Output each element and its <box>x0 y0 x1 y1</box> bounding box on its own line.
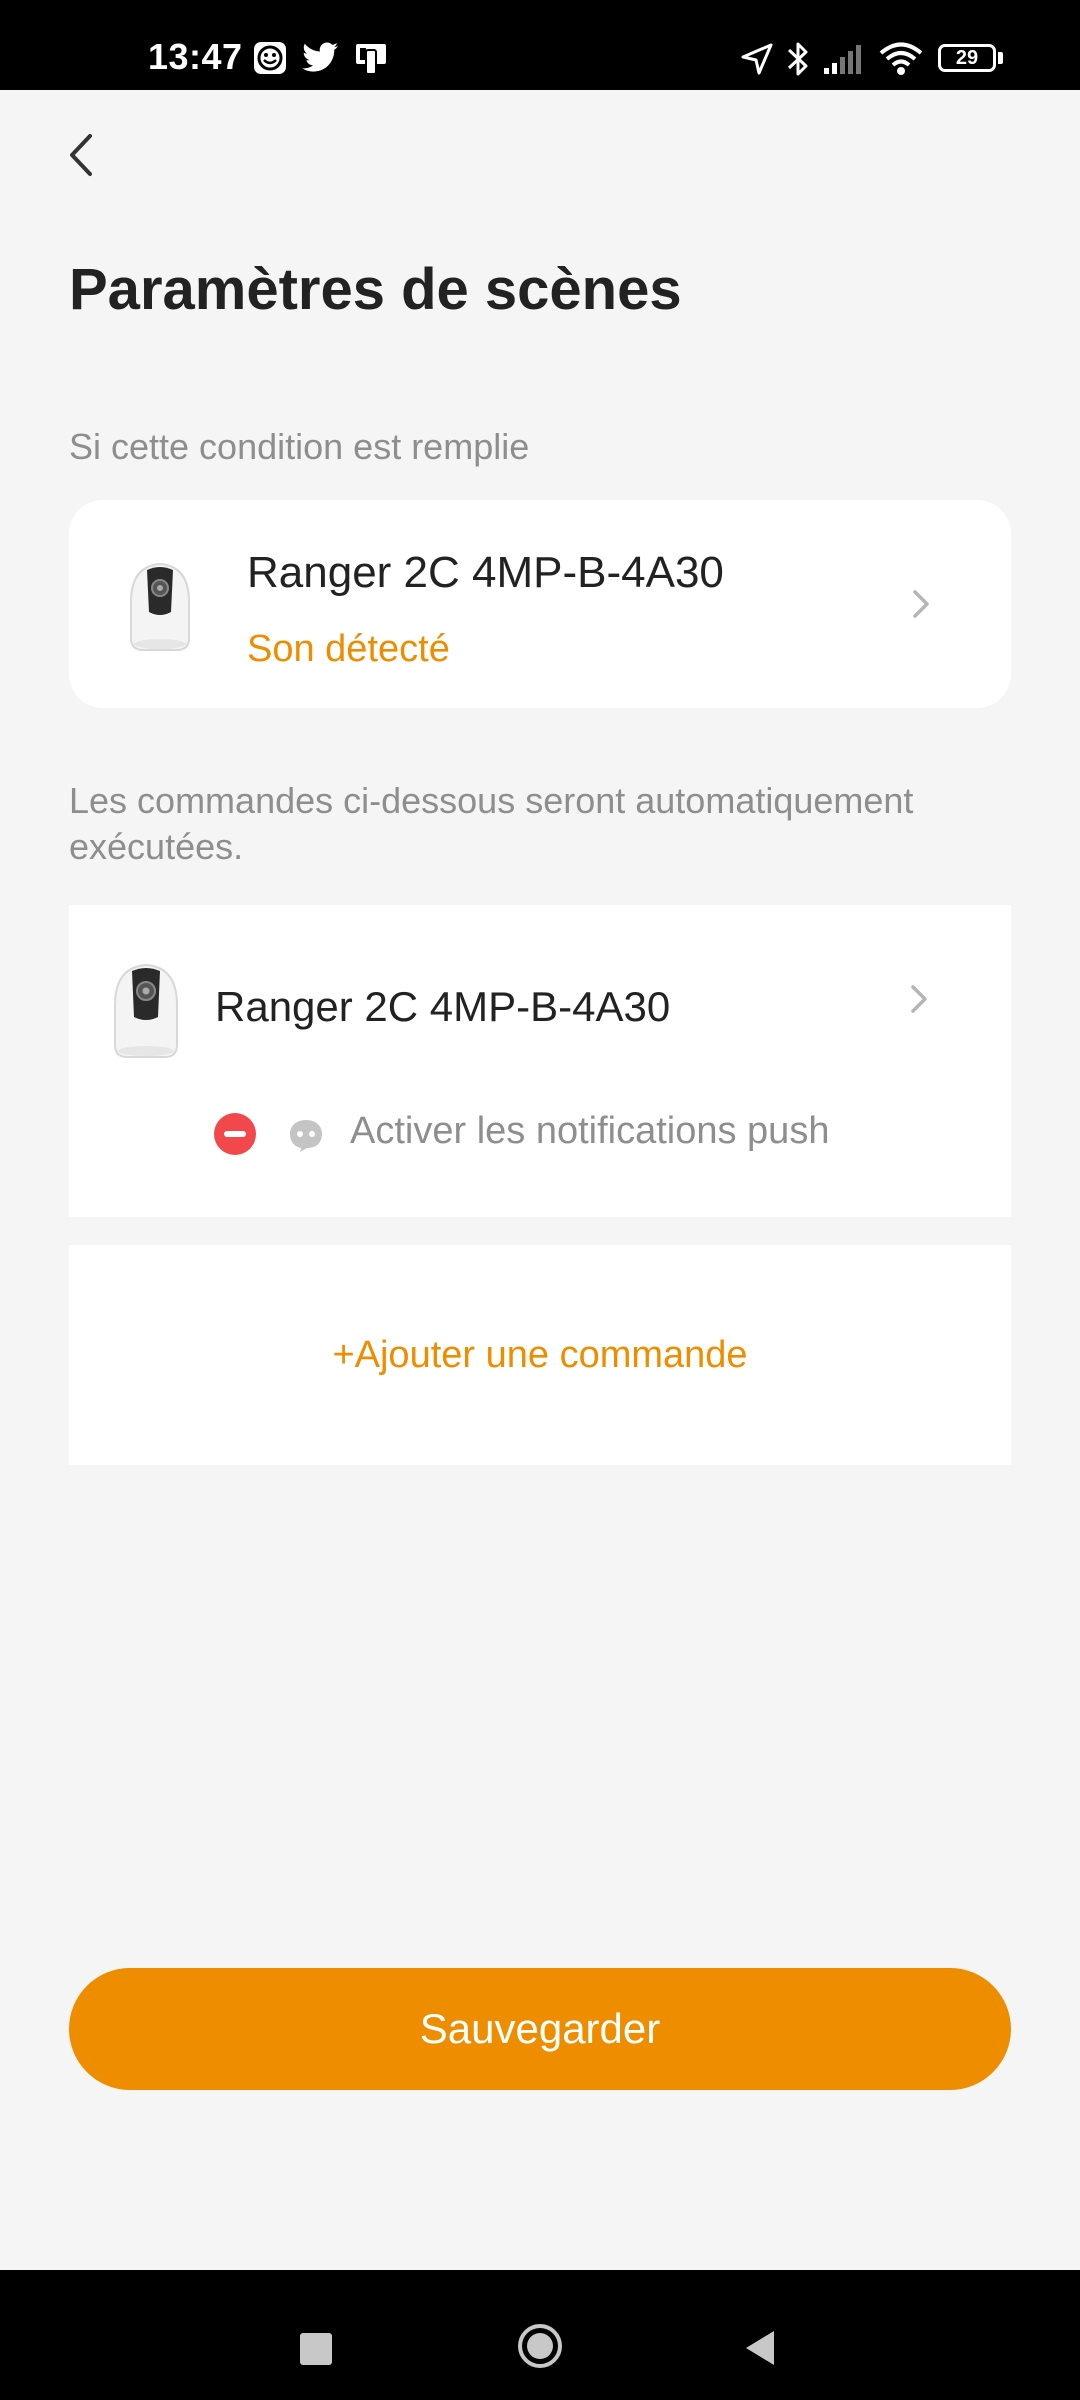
condition-section-label: Si cette condition est remplie <box>69 426 530 467</box>
add-command-card[interactable]: +Ajouter une commande <box>69 1245 1011 1465</box>
status-bar: 13:47 29 <box>0 0 1080 90</box>
notification-icon <box>290 1120 322 1152</box>
condition-status: Son détecté <box>247 628 450 670</box>
camera-device-image <box>130 562 190 651</box>
bluetooth-icon <box>787 42 808 76</box>
chevron-right-icon <box>911 985 927 1013</box>
command-device-name: Ranger 2C 4MP-B-4A30 <box>215 983 671 1030</box>
command-card[interactable]: Ranger 2C 4MP-B-4A30 Activer les notific… <box>69 905 1011 1217</box>
condition-device-name: Ranger 2C 4MP-B-4A30 <box>247 548 724 597</box>
save-button[interactable]: Sauvegarder <box>69 1968 1011 2090</box>
battery-icon: 29 <box>938 44 996 72</box>
commands-section-label: Les commandes ci-dessous seront automati… <box>69 778 913 870</box>
page-title: Paramètres de scènes <box>69 257 682 322</box>
status-time: 13:47 <box>148 36 243 77</box>
signal-icon <box>824 45 861 74</box>
twitter-icon <box>302 42 338 72</box>
back-icon[interactable] <box>742 2328 778 2368</box>
recents-icon[interactable] <box>300 2333 332 2365</box>
location-icon <box>741 43 773 75</box>
battery-tip <box>998 52 1003 64</box>
wifi-icon <box>879 42 923 75</box>
command-action-label: Activer les notifications push <box>350 1110 830 1152</box>
chevron-right-icon <box>913 590 929 618</box>
commands-label-line2: exécutées. <box>69 826 244 867</box>
condition-card[interactable]: Ranger 2C 4MP-B-4A30 Son détecté <box>69 500 1011 708</box>
face-icon <box>254 42 286 74</box>
home-icon[interactable] <box>516 2322 564 2370</box>
commands-label-line1: Les commandes ci-dessous seront automati… <box>69 780 914 821</box>
remove-command-button[interactable] <box>214 1113 256 1155</box>
add-command-button[interactable]: +Ajouter une commande <box>69 1245 1011 1465</box>
navigation-bar <box>0 2270 1080 2400</box>
device-icon <box>356 44 386 75</box>
camera-device-image <box>114 963 178 1058</box>
back-button[interactable] <box>60 126 104 184</box>
